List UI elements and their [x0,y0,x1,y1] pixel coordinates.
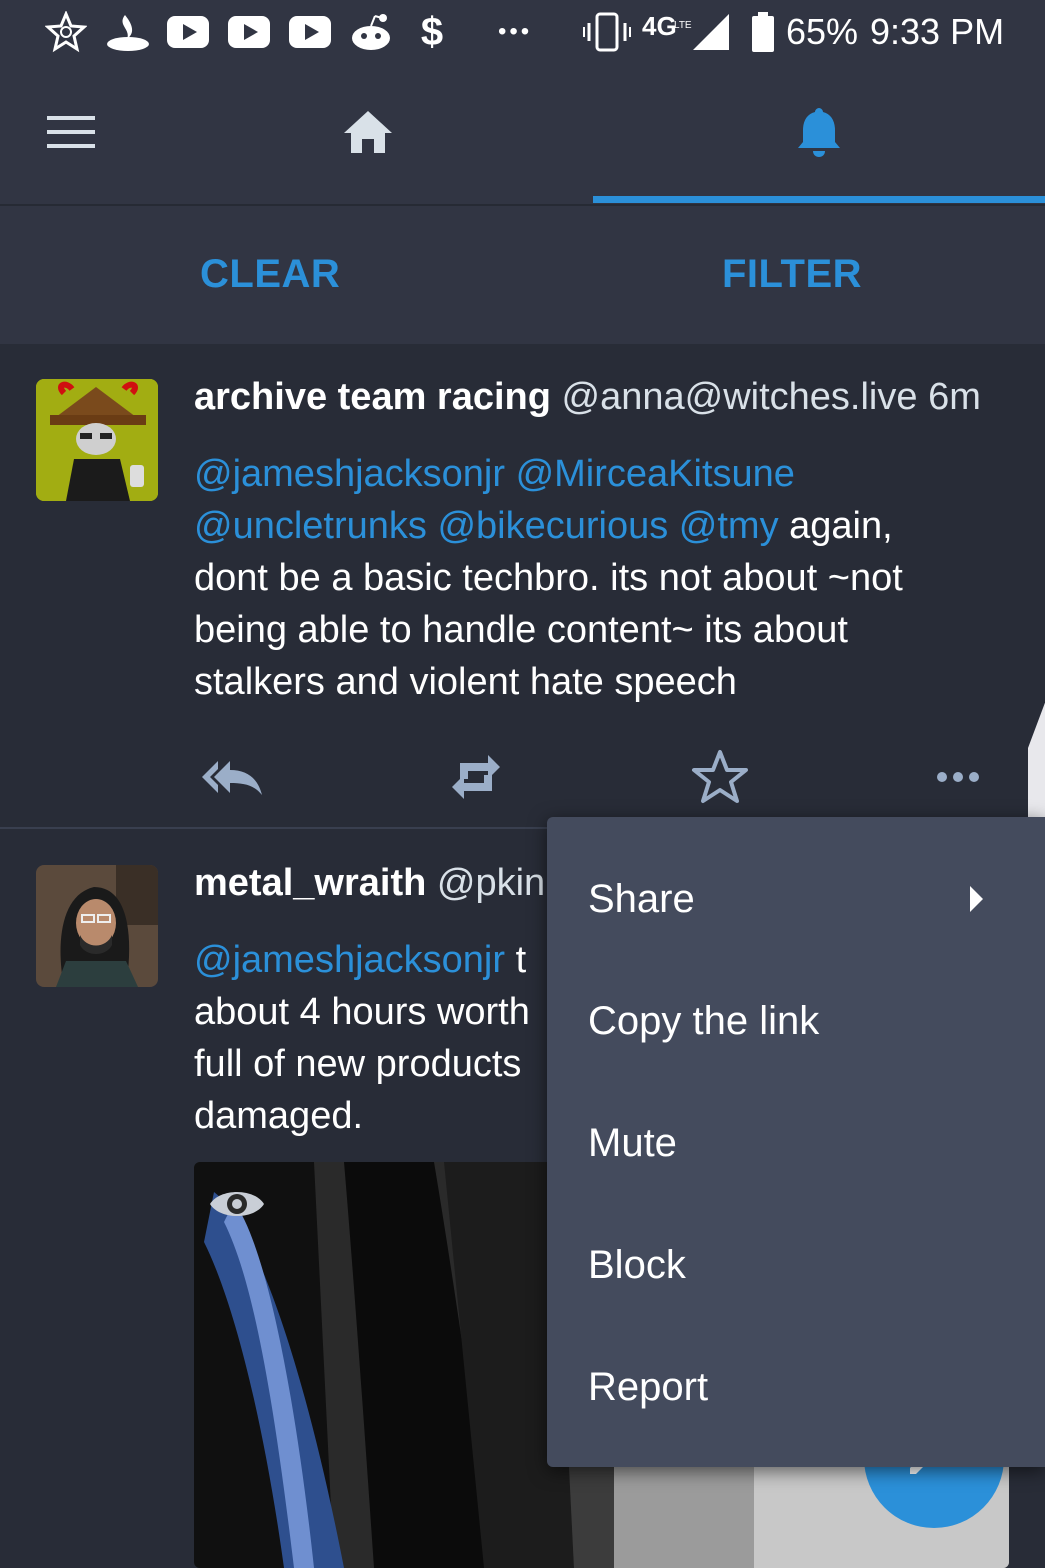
star-icon [690,748,750,811]
menu-item-share[interactable]: Share [547,838,1045,960]
relative-time[interactable]: 6m [928,376,981,418]
youtube-icon [288,10,332,54]
ellipsis-icon [936,770,980,788]
top-navigation [0,64,1045,204]
mention-links[interactable]: @uncletrunks @bikecurious @tmy [194,505,779,547]
status-content: @jameshjacksonjr @MirceaKitsune @uncletr… [194,448,1014,708]
menu-item-mute[interactable]: Mute [547,1082,1045,1204]
status-text: again, [778,505,893,547]
reddit-icon [348,10,394,54]
menu-item-block[interactable]: Block [547,1204,1045,1326]
youtube-icon [166,10,210,54]
display-name[interactable]: metal_wraith [194,862,426,904]
menu-item-report[interactable]: Report [547,1326,1045,1448]
network-sub-label: LTE [674,20,692,31]
clock: 9:33 PM [870,11,1005,52]
active-tab-indicator [593,196,1045,203]
app-screen: $ ••• 4G LTE 65% 9:33 PM CLEAR FILTER ar… [0,0,1045,1568]
bell-icon [797,106,841,163]
status-text: dont be a basic techbro. its not about ~… [194,557,903,599]
status-text: t [505,939,527,981]
boost-icon [448,749,504,810]
mention-links[interactable]: @jameshjacksonjr @MirceaKitsune [194,453,795,495]
account-handle[interactable]: @anna@witches.live [562,376,918,418]
menu-item-label: Share [588,877,695,921]
avatar[interactable] [36,379,158,501]
submenu-arrow-icon [970,886,983,912]
vibrate-icon [582,10,632,54]
hamburger-menu-button[interactable] [0,64,142,204]
overflow-notifications-icon: ••• [498,18,533,45]
battery-icon [750,10,776,54]
signal-icon [690,10,732,54]
menu-item-label: Block [588,1243,686,1287]
status-text: stalkers and violent hate speech [194,661,737,703]
eye-icon[interactable] [208,1184,266,1229]
home-icon [342,109,394,160]
account-handle[interactable]: @pkin [437,862,545,904]
display-name[interactable]: archive team racing [194,376,551,418]
favourite-button[interactable] [684,744,756,814]
mention-link[interactable]: @jameshjacksonjr [194,939,505,981]
status-header: metal_wraith @pkin [194,862,545,905]
boost-button[interactable] [440,744,512,814]
status-text: being able to handle content~ its about [194,609,848,651]
app-star-icon [44,10,88,54]
more-options-button[interactable] [922,744,994,814]
menu-item-label: Report [588,1365,709,1409]
hamburger-icon [47,115,95,154]
reply-all-icon [200,757,264,802]
status-options-menu: Share Copy the link Mute Block Report [547,817,1045,1467]
battery-percent: 65% [786,11,859,52]
notification-action-bar: CLEAR FILTER [0,204,1045,344]
menu-item-label: Mute [588,1121,677,1165]
santander-icon [104,10,152,54]
menu-item-copy-link[interactable]: Copy the link [547,960,1045,1082]
youtube-icon [227,10,271,54]
tab-notifications[interactable] [593,64,1045,204]
filter-button[interactable]: FILTER [722,206,862,346]
network-type-label: 4G [642,11,677,41]
tab-home[interactable] [142,64,593,204]
menu-item-label: Copy the link [588,999,820,1043]
status-item[interactable]: archive team racing @anna@witches.live 6… [0,344,1045,828]
dollar-icon: $ [414,10,450,54]
reply-all-button[interactable] [196,744,268,814]
status-bar: $ ••• 4G LTE 65% 9:33 PM [0,0,1045,64]
avatar[interactable] [36,865,158,987]
clear-button[interactable]: CLEAR [200,206,340,346]
svg-text:$: $ [421,12,443,52]
status-header: archive team racing @anna@witches.live 6… [194,376,981,419]
